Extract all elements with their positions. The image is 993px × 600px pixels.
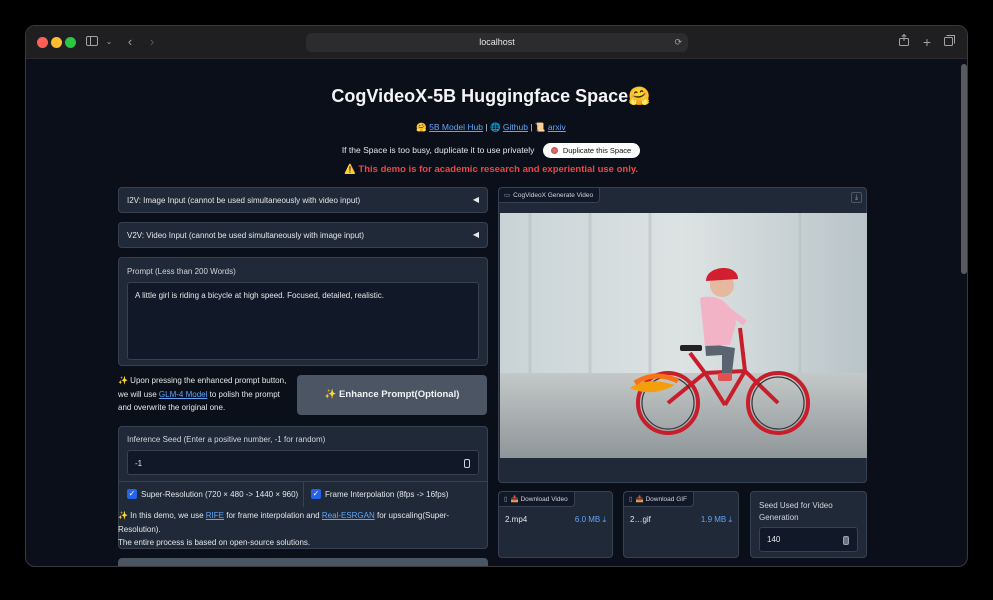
browser-window: ⌄ ‹ › localhost ⟳ + CogVideoX-5B Hugging… [25,25,968,567]
gif-filesize[interactable]: 1.9 MB ⤓ [701,515,732,525]
video-output-panel: ▭ CogVideoX Generate Video ⤓ [498,187,867,483]
generate-video-button[interactable]: 🎬 Generate Video [118,558,488,566]
video-filesize[interactable]: 6.0 MB ⤓ [575,515,606,525]
model-hub-link[interactable]: 5B Model Hub [429,122,483,132]
close-window-button[interactable] [37,37,48,48]
hf-logo-icon [550,147,558,154]
note-line-2: The entire process is based on open-sour… [118,538,311,547]
enhance-prompt-button[interactable]: ✨ Enhance Prompt(Optional) [297,375,487,415]
duplicate-button-label: Duplicate this Space [562,146,632,155]
number-stepper-icon[interactable] [464,459,470,468]
generated-video-player[interactable] [500,213,867,458]
pipeline-note: ✨ In this demo, we use RIFE for frame in… [118,509,488,550]
video-label-text: CogVideoX Generate Video [513,192,594,199]
v2v-accordion-label: V2V: Video Input (cannot be used simulta… [127,231,365,240]
frame-interpolation-label: Frame Interpolation (8fps -> 16fps) [325,490,449,499]
seed-label: Inference Seed (Enter a positive number,… [127,435,326,444]
note-text: for frame interpolation and [224,511,322,520]
seed-used-value: 140 [767,535,781,544]
download-gif-panel: ▯ 📥 Download GIF 2…gif 1.9 MB ⤓ [623,491,739,558]
gif-file-row[interactable]: 2…gif 1.9 MB ⤓ [630,515,732,524]
note-text: ✨ In this demo, we use [118,511,206,520]
file-icon: ▯ [629,496,633,503]
page-title: CogVideoX-5B Huggingface Space🤗 [331,86,651,106]
page-content: CogVideoX-5B Huggingface Space🤗 🤗 5B Mod… [26,60,967,566]
caret-left-icon: ◀ [472,195,479,204]
divider [303,482,304,507]
i2v-accordion[interactable]: I2V: Image Input (cannot be used simulta… [118,187,488,213]
file-icon: ▯ [504,496,508,503]
chevron-right-icon[interactable]: › [146,32,158,52]
number-stepper-icon[interactable] [843,536,849,545]
real-esrgan-link[interactable]: Real-ESRGAN [322,511,375,520]
links-separator: | 🌐 [483,122,503,132]
super-resolution-checkbox[interactable]: ✓ [127,489,137,499]
v2v-accordion[interactable]: V2V: Video Input (cannot be used simulta… [118,222,488,248]
frame-interpolation-checkbox[interactable]: ✓ [311,489,321,499]
enhance-description: ✨ Upon pressing the enhanced prompt butt… [118,374,288,415]
glm4-link[interactable]: GLM-4 Model [159,390,207,399]
url-text: localhost [479,37,515,47]
download-gif-label: ▯ 📥 Download GIF [624,492,695,507]
prompt-panel: Prompt (Less than 200 Words) A little gi… [118,257,488,366]
github-link[interactable]: Github [503,122,528,132]
super-resolution-label: Super-Resolution (720 × 480 -> 1440 × 96… [141,490,299,499]
sidebar-icon[interactable] [86,32,98,52]
duplicate-text: If the Space is too busy, duplicate it t… [341,144,535,155]
download-gif-text: 📥 Download GIF [635,496,688,503]
hub-emoji: 🤗 [416,122,430,132]
duplicate-space-button[interactable]: Duplicate this Space [542,143,641,158]
video-frame-image [500,213,867,458]
rife-link[interactable]: RIFE [206,511,224,520]
video-file-row[interactable]: 2.mp4 6.0 MB ⤓ [505,515,606,524]
i2v-accordion-label: I2V: Image Input (cannot be used simulta… [127,196,361,205]
download-video-text: 📥 Download Video [510,496,568,503]
arxiv-link[interactable]: arxiv [548,122,566,132]
plus-icon[interactable]: + [921,32,933,52]
download-icon[interactable]: ⤓ [851,192,862,203]
seed-used-input[interactable]: 140 [759,527,858,552]
share-icon[interactable] [898,32,910,52]
seed-used-label: Seed Used for Video Generation [759,501,833,522]
duplicate-row: If the Space is too busy, duplicate it t… [26,143,956,158]
links-separator: | 📜 [527,122,548,132]
video-filename: 2.mp4 [505,515,528,524]
seed-value: -1 [135,459,143,468]
minimize-window-button[interactable] [51,37,62,48]
video-output-label: ▭ CogVideoX Generate Video [499,188,601,203]
warning-text: ⚠️ This demo is for academic research an… [343,164,639,175]
chevron-down-icon[interactable]: ⌄ [104,32,114,52]
video-camera-icon: ▭ [504,192,511,199]
address-bar[interactable]: localhost ⟳ [306,33,688,52]
seed-used-panel: Seed Used for Video Generation 140 [750,491,867,558]
header-links: 🤗 5B Model Hub | 🌐 Github | 📜 arxiv [26,122,956,133]
gif-filename: 2…gif [630,515,651,524]
tabs-icon[interactable] [943,32,955,52]
seed-input[interactable]: -1 [127,450,479,475]
reload-icon[interactable]: ⟳ [674,33,682,52]
download-video-label: ▯ 📥 Download Video [499,492,575,507]
page-scrollbar[interactable] [961,64,967,274]
chevron-left-icon[interactable]: ‹ [124,32,136,52]
browser-titlebar: ⌄ ‹ › localhost ⟳ + [26,26,967,59]
prompt-label: Prompt (Less than 200 Words) [127,267,236,276]
download-video-panel: ▯ 📥 Download Video 2.mp4 6.0 MB ⤓ [498,491,613,558]
prompt-input[interactable]: A little girl is riding a bicycle at hig… [127,282,479,360]
caret-left-icon: ◀ [472,230,479,239]
zoom-window-button[interactable] [65,37,76,48]
